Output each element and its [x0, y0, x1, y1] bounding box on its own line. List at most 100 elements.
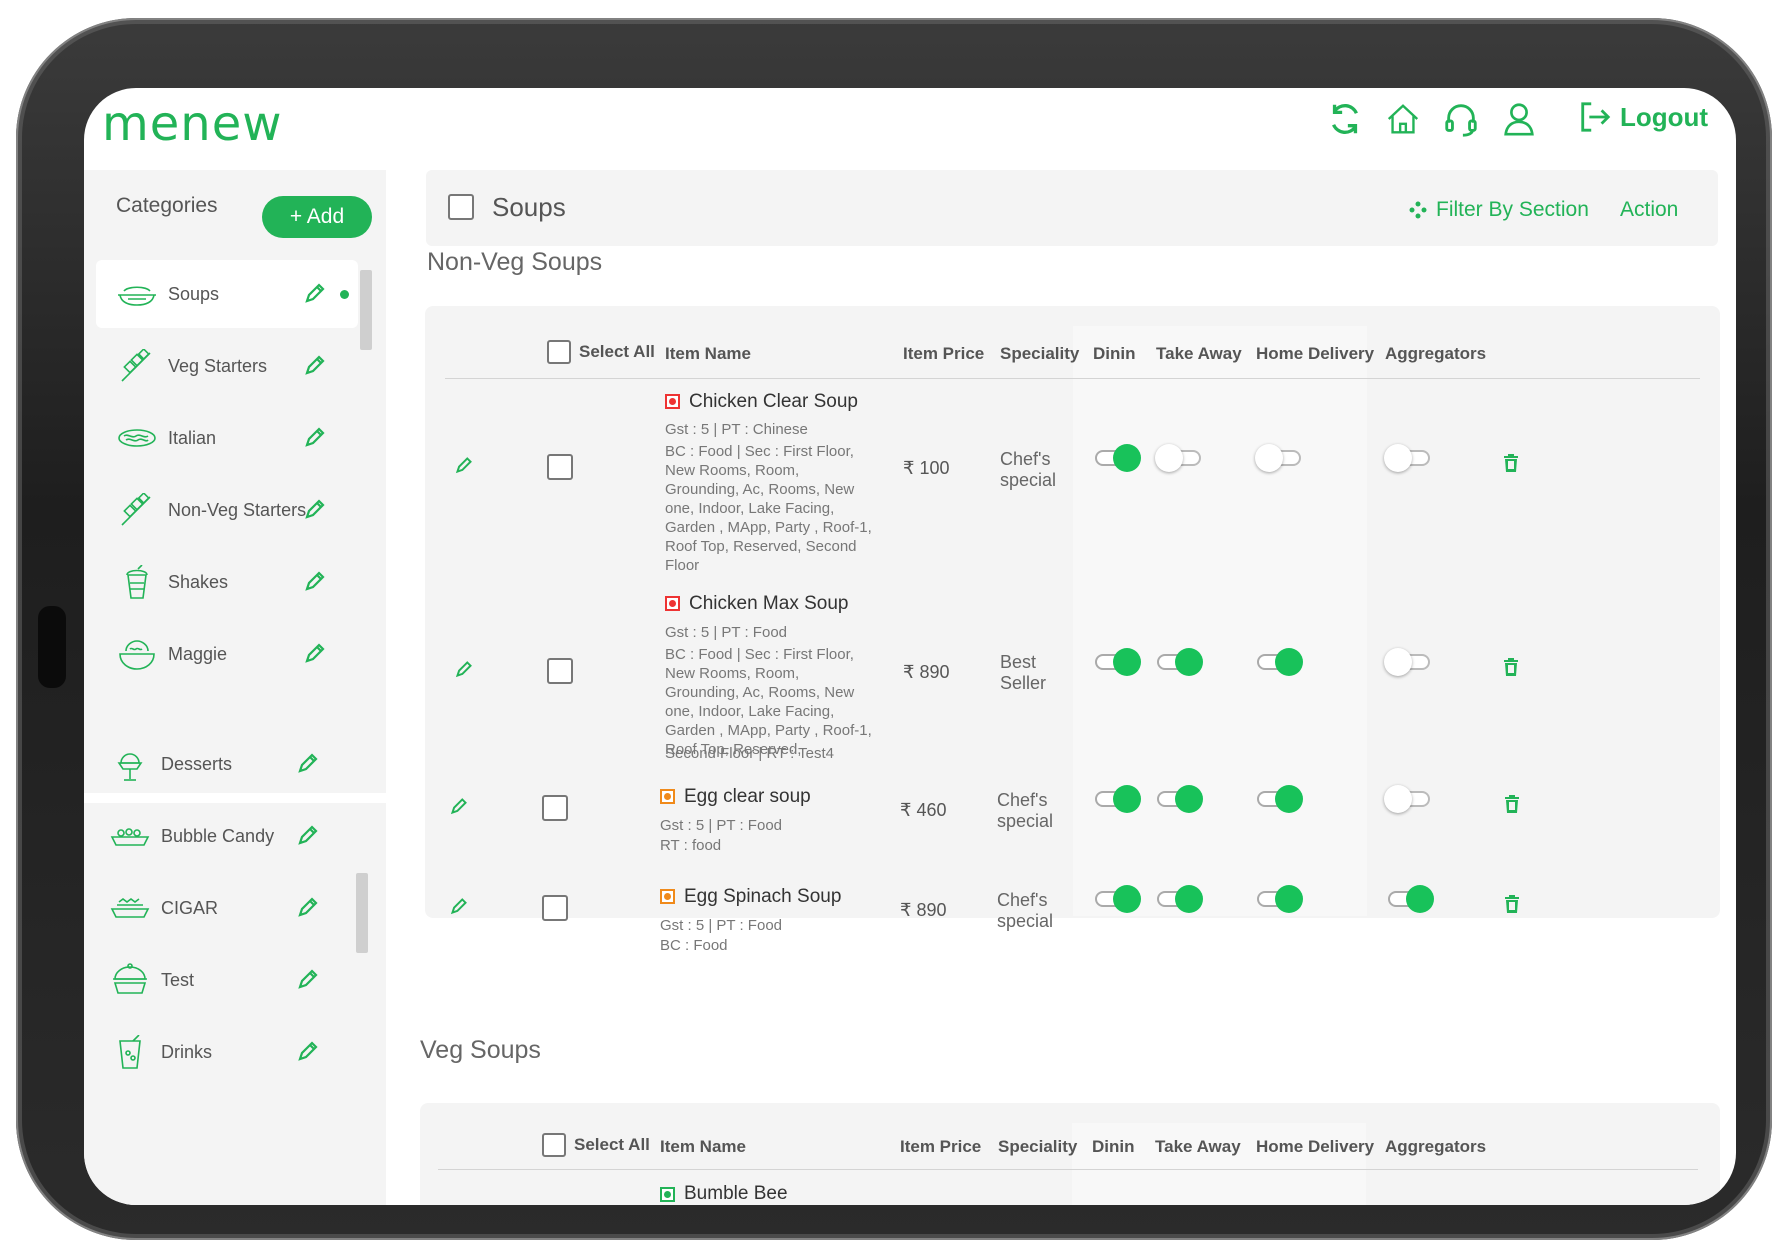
select-all-checkbox[interactable] — [542, 1133, 566, 1157]
col-speciality: Speciality — [1000, 344, 1080, 363]
pasta-plate-icon — [116, 421, 158, 455]
add-category-button[interactable]: + Add — [262, 196, 372, 238]
home-delivery-toggle[interactable] — [1255, 444, 1301, 472]
edit-pencil-icon[interactable] — [304, 642, 326, 664]
category-item-veg-starters[interactable]: Veg Starters — [96, 332, 358, 400]
header-divider — [445, 378, 1700, 379]
home-delivery-toggle[interactable] — [1257, 648, 1303, 676]
item-name: Chicken Max Soup — [689, 593, 849, 614]
select-all[interactable]: Select All — [542, 1133, 650, 1157]
non-veg-items-table: Select All Item Name Item Price Speciali… — [425, 306, 1720, 954]
edit-pencil-icon[interactable] — [297, 824, 319, 846]
aggregators-toggle[interactable] — [1384, 444, 1430, 472]
dinin-toggle[interactable] — [1095, 785, 1141, 813]
trash-icon[interactable] — [1503, 658, 1519, 676]
logout-icon — [1581, 102, 1611, 132]
category-item-drinks[interactable]: Drinks — [89, 1018, 351, 1086]
item-price: ₹ 890 — [900, 900, 947, 920]
item-meta-extra: BC : Food — [660, 937, 728, 954]
refresh-icon[interactable] — [1326, 100, 1364, 138]
category-label: CIGAR — [161, 897, 219, 918]
category-label: Desserts — [161, 753, 233, 774]
item-price: ₹ 460 — [900, 800, 947, 820]
select-all-checkbox[interactable] — [547, 340, 571, 364]
edit-pencil-icon[interactable] — [304, 426, 326, 448]
item-meta-tax: Gst : 5 | PT : Chinese — [665, 421, 808, 438]
col-dinin: Dinin — [1093, 344, 1136, 363]
col-take-away: Take Away — [1155, 1137, 1241, 1156]
aggregators-toggle[interactable] — [1388, 885, 1434, 913]
edit-pencil-icon[interactable] — [304, 498, 326, 520]
sidebar-scrollbar-lower[interactable] — [356, 873, 368, 953]
action-button[interactable]: Action — [1620, 198, 1678, 222]
category-item-test[interactable]: Test — [89, 946, 351, 1014]
filter-by-section-button[interactable]: Filter By Section — [1408, 198, 1589, 222]
home-delivery-toggle[interactable] — [1257, 785, 1303, 813]
item-meta-tax: Gst : 5 | PT : Food — [660, 817, 782, 834]
category-item-maggie[interactable]: Maggie — [96, 620, 358, 688]
edit-pencil-icon[interactable] — [455, 660, 473, 678]
edit-pencil-icon[interactable] — [297, 896, 319, 918]
dinin-toggle[interactable] — [1095, 885, 1141, 913]
soup-bowl-icon — [116, 277, 158, 311]
col-speciality: Speciality — [998, 1137, 1078, 1156]
take-away-toggle[interactable] — [1157, 785, 1203, 813]
trash-icon[interactable] — [1504, 795, 1520, 813]
take-away-toggle[interactable] — [1155, 444, 1201, 472]
egg-indicator-icon — [660, 789, 675, 804]
logout-button[interactable]: Logout — [1578, 100, 1708, 134]
item-name: Bumble Bee — [684, 1183, 788, 1204]
trash-icon[interactable] — [1504, 895, 1520, 913]
item-speciality: Chef's special — [997, 890, 1054, 931]
edit-pencil-icon[interactable] — [450, 897, 468, 915]
aggregators-toggle[interactable] — [1384, 785, 1430, 813]
item-price: ₹ 890 — [903, 662, 950, 682]
edit-pencil-icon[interactable] — [450, 797, 468, 815]
category-item-bubble-candy[interactable]: Bubble Candy — [89, 802, 351, 870]
row-checkbox[interactable] — [542, 795, 568, 821]
active-dot — [340, 290, 349, 299]
category-item-shakes[interactable]: Shakes — [96, 548, 358, 616]
tablet-frame: menew Logout Categories + Add Soups Veg … — [16, 18, 1772, 1240]
item-speciality: Best Seller — [1000, 652, 1047, 693]
non-veg-indicator-icon — [665, 394, 680, 409]
edit-pencil-icon[interactable] — [297, 752, 319, 774]
category-item-soups[interactable]: Soups — [96, 260, 358, 328]
take-away-toggle[interactable] — [1157, 885, 1203, 913]
dinin-toggle[interactable] — [1095, 648, 1141, 676]
edit-pencil-icon[interactable] — [304, 354, 326, 376]
aggregators-toggle[interactable] — [1384, 648, 1430, 676]
headset-icon[interactable] — [1442, 100, 1480, 138]
select-all-label: Select All — [579, 342, 655, 361]
category-item-non-veg-starters[interactable]: Non-Veg Starters — [96, 476, 358, 544]
row-checkbox[interactable] — [547, 454, 573, 480]
col-item-name: Item Name — [660, 1137, 746, 1156]
select-all[interactable]: Select All — [547, 340, 655, 364]
item-meta-sections: BC : Food | Sec : First Floor, New Rooms… — [665, 443, 872, 574]
row-checkbox[interactable] — [547, 658, 573, 684]
trash-icon[interactable] — [1503, 454, 1519, 472]
home-delivery-toggle[interactable] — [1257, 885, 1303, 913]
edit-pencil-icon[interactable] — [304, 570, 326, 592]
category-item-desserts[interactable]: Desserts — [89, 730, 351, 798]
edit-pencil-icon[interactable] — [297, 968, 319, 990]
category-label: Italian — [168, 427, 217, 448]
sidebar-scrollbar[interactable] — [360, 270, 372, 350]
row-checkbox[interactable] — [542, 895, 568, 921]
item-meta-extra: RT : food — [660, 837, 722, 854]
select-category-checkbox[interactable] — [448, 194, 474, 220]
category-item-cigar[interactable]: CIGAR — [89, 874, 351, 942]
edit-pencil-icon[interactable] — [304, 282, 326, 304]
edit-pencil-icon[interactable] — [297, 1040, 319, 1062]
drink-cup-icon — [109, 1034, 151, 1069]
edit-pencil-icon[interactable] — [455, 456, 473, 474]
user-icon[interactable] — [1500, 100, 1538, 138]
dinin-toggle[interactable] — [1095, 444, 1141, 472]
home-icon[interactable] — [1384, 100, 1422, 138]
item-name: Egg clear soup — [684, 786, 811, 807]
candy-tray-icon — [109, 819, 151, 853]
take-away-toggle[interactable] — [1157, 648, 1203, 676]
filter-dots-icon — [1409, 201, 1427, 219]
category-item-italian[interactable]: Italian — [96, 404, 358, 472]
section-title-non-veg: Non-Veg Soups — [427, 248, 603, 276]
